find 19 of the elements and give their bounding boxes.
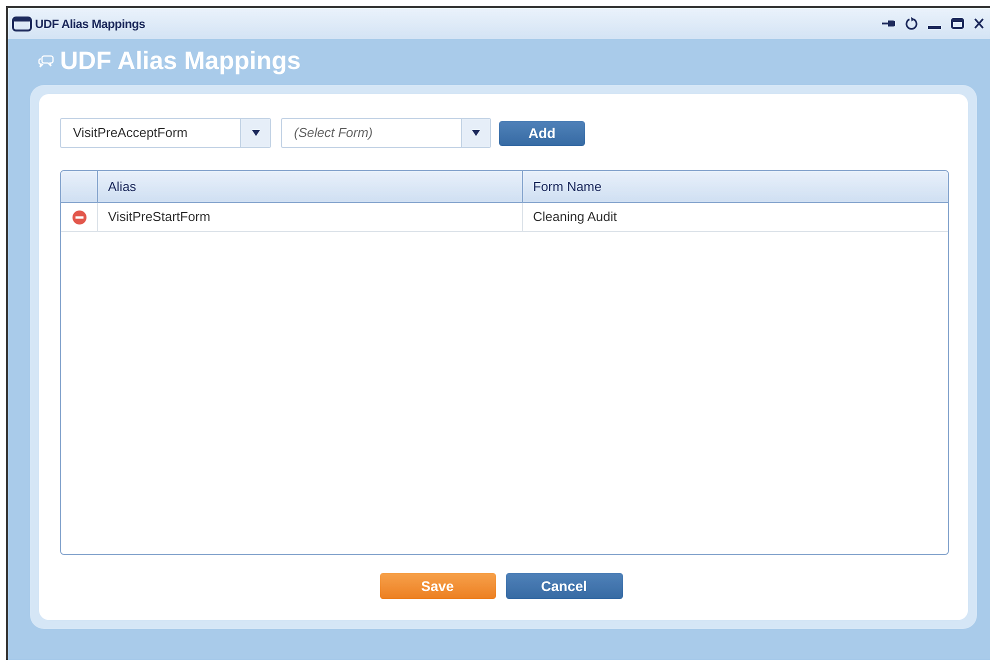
close-icon[interactable] [974,18,984,29]
cancel-button[interactable]: Cancel [506,573,622,599]
chat-bubbles-icon [38,55,54,69]
add-button[interactable]: Add [499,120,585,146]
remove-icon[interactable] [72,210,86,224]
maximize-icon[interactable] [951,18,964,29]
table-cell: VisitPreStartForm [98,203,523,231]
page-title: UDF Alias Mappings [60,46,301,78]
dropdown-arrow-icon [252,130,260,136]
form-dropdown[interactable]: (Select Form) [281,118,491,148]
column-header[interactable]: Alias [98,171,523,202]
pin-icon[interactable] [882,19,895,28]
column-header[interactable]: Form Name [523,171,948,202]
alias-dropdown[interactable]: VisitPreAcceptForm [60,118,271,148]
dropdown-arrow-icon [472,130,480,136]
window-title: UDF Alias Mappings [35,16,146,32]
window-icon [12,16,32,32]
table-cell-text: Cleaning Audit [532,208,618,226]
refresh-icon[interactable] [905,17,918,30]
